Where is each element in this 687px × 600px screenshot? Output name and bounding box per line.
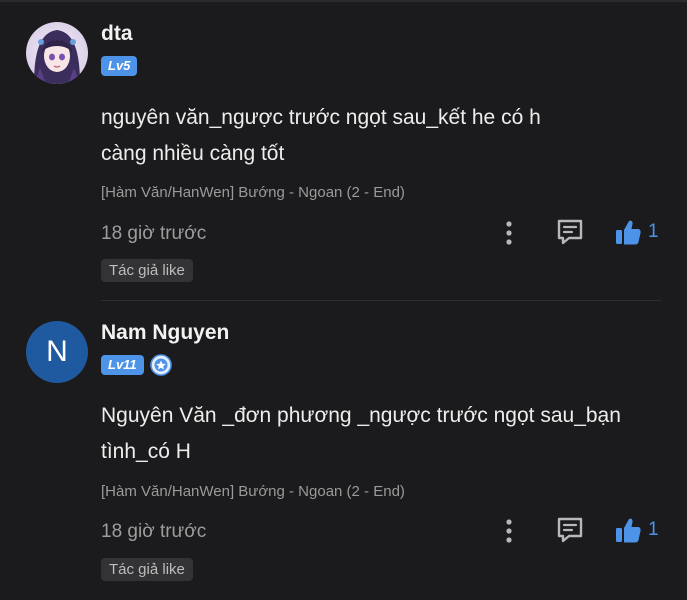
comment-timestamp: 18 giờ trước (101, 223, 207, 244)
comment-text: Nguyên Văn _đơn phương _ngược trước ngọt… (101, 404, 621, 463)
comment-source-link[interactable]: [Hàm Văn/HanWen] Bướng - Ngoan (2 - End) (101, 483, 405, 500)
comment-text: nguyên văn_ngược trước ngọt sau_kết he c… (101, 106, 541, 165)
thumbs-up-icon (616, 220, 641, 245)
username[interactable]: dta (101, 22, 133, 46)
level-badge: Lv5 (101, 56, 138, 76)
avatar-letter: N (46, 335, 68, 368)
comment-source-link[interactable]: [Hàm Văn/HanWen] Bướng - Ngoan (2 - End) (101, 184, 405, 201)
comment-icon (557, 219, 583, 245)
comment-icon (557, 517, 583, 543)
author-liked-tag: Tác giả like (101, 259, 193, 282)
more-options-button[interactable] (498, 517, 520, 545)
top-divider (0, 0, 687, 2)
username[interactable]: Nam Nguyen (101, 321, 229, 345)
badge-row: Lv11 (101, 354, 172, 376)
more-vertical-icon (506, 221, 512, 245)
like-button[interactable]: 1 (614, 217, 659, 247)
avatar[interactable]: N (26, 321, 88, 383)
reply-button[interactable] (555, 515, 585, 545)
like-count: 1 (648, 221, 659, 242)
level-badge: Lv11 (101, 355, 144, 375)
reply-button[interactable] (555, 217, 585, 247)
thumbs-up-icon (616, 518, 641, 543)
like-count: 1 (648, 519, 659, 540)
comment-timestamp: 18 giờ trước (101, 521, 207, 542)
like-button[interactable]: 1 (614, 515, 659, 545)
badge-row: Lv5 (101, 56, 138, 76)
badge-medal-icon (149, 354, 172, 376)
more-vertical-icon (506, 519, 512, 543)
comment-divider (101, 300, 661, 301)
author-liked-tag: Tác giả like (101, 558, 193, 581)
more-options-button[interactable] (498, 219, 520, 247)
anime-avatar-image (26, 22, 88, 84)
avatar[interactable] (26, 22, 88, 84)
